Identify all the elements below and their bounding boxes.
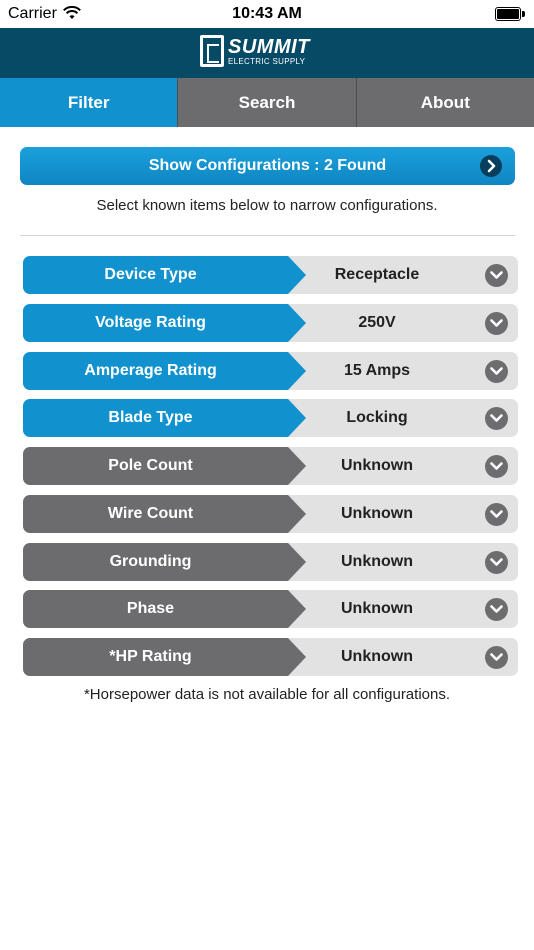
filter-label: *HP Rating xyxy=(23,638,306,676)
filter-value: Unknown xyxy=(341,553,413,570)
app-header: SUMMIT ELECTRIC SUPPLY xyxy=(0,28,534,78)
show-configurations-label: Show Configurations : 2 Found xyxy=(148,157,387,174)
filter-value: Unknown xyxy=(341,648,413,665)
filter-value: 15 Amps xyxy=(343,362,411,379)
status-time: 10:43 AM xyxy=(232,5,302,22)
summit-logo-mark-icon xyxy=(200,35,224,67)
status-bar: Carrier 10:43 AM xyxy=(0,0,534,28)
chevron-down-icon[interactable] xyxy=(485,646,508,669)
instructions-text: Select known items below to narrow confi… xyxy=(96,197,438,214)
filter-label: Grounding xyxy=(23,543,306,581)
horsepower-footnote: *Horsepower data is not available for al… xyxy=(83,686,451,703)
filter-value: Receptacle xyxy=(334,266,420,283)
filter-row-pole-count[interactable]: Pole Count Unknown xyxy=(23,447,518,485)
filter-label: Pole Count xyxy=(23,447,306,485)
filter-value: Unknown xyxy=(341,457,413,474)
filter-row-device-type[interactable]: Device Type Receptacle xyxy=(23,256,518,294)
chevron-down-icon[interactable] xyxy=(485,264,508,287)
filter-label: Phase xyxy=(23,590,306,628)
filter-row-wire-count[interactable]: Wire Count Unknown xyxy=(23,495,518,533)
filter-row-voltage-rating[interactable]: Voltage Rating 250V xyxy=(23,304,518,342)
chevron-down-icon[interactable] xyxy=(485,503,508,526)
filter-row-amperage-rating[interactable]: Amperage Rating 15 Amps xyxy=(23,352,518,390)
filter-value: Unknown xyxy=(341,505,413,522)
chevron-down-icon[interactable] xyxy=(485,551,508,574)
filter-value: Locking xyxy=(346,409,408,426)
filter-label: Amperage Rating xyxy=(23,352,306,390)
summit-logo: SUMMIT ELECTRIC SUPPLY xyxy=(200,34,334,70)
show-configurations-button[interactable]: Show Configurations : 2 Found xyxy=(20,147,515,185)
filter-row-phase[interactable]: Phase Unknown xyxy=(23,590,518,628)
filter-label: Wire Count xyxy=(23,495,306,533)
divider xyxy=(20,235,515,236)
filter-value: Unknown xyxy=(341,600,413,617)
logo-title: SUMMIT xyxy=(228,36,310,58)
filter-row-hp-rating[interactable]: *HP Rating Unknown xyxy=(23,638,518,676)
battery-icon xyxy=(495,7,525,21)
chevron-down-icon[interactable] xyxy=(485,407,508,430)
filter-row-blade-type[interactable]: Blade Type Locking xyxy=(23,399,518,437)
filter-label: Blade Type xyxy=(23,399,306,437)
chevron-down-icon[interactable] xyxy=(485,312,508,335)
logo-subtitle: ELECTRIC SUPPLY xyxy=(228,57,306,66)
filter-row-grounding[interactable]: Grounding Unknown xyxy=(23,543,518,581)
tab-bar: Filter Search About xyxy=(0,78,534,127)
tab-about[interactable]: About xyxy=(355,78,534,127)
chevron-down-icon[interactable] xyxy=(485,455,508,478)
filter-value: 250V xyxy=(358,314,396,331)
chevron-down-icon[interactable] xyxy=(485,360,508,383)
filter-label: Device Type xyxy=(23,256,306,294)
chevron-right-icon xyxy=(480,155,502,177)
chevron-down-icon[interactable] xyxy=(485,598,508,621)
tab-filter[interactable]: Filter xyxy=(0,78,178,127)
filter-label: Voltage Rating xyxy=(23,304,306,342)
tab-search[interactable]: Search xyxy=(177,78,356,127)
